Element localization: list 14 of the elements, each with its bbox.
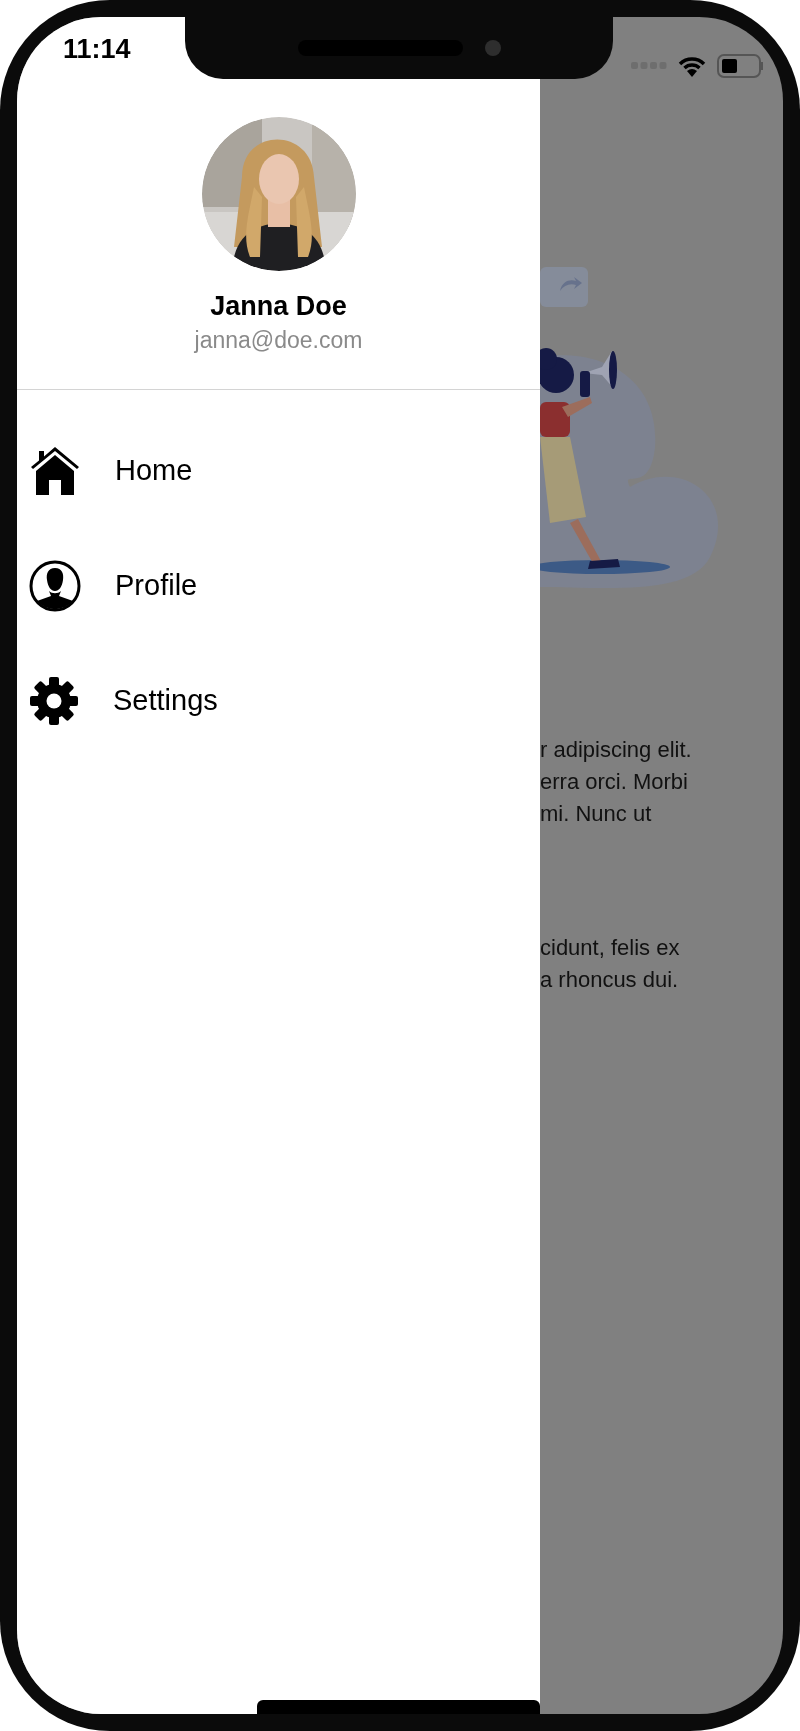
menu-item[interactable]: Settings [17,643,540,758]
home-icon [29,444,81,497]
camera-lens [484,40,501,56]
body-paragraph: r adipiscing elit. erra orci. Morbi mi. Nunc ut [540,736,693,828]
profile-icon [29,559,81,612]
status-time: 11:14 [63,34,131,64]
battery-icon [717,54,763,78]
profile-email: janna@doe.com [194,326,363,355]
settings-icon [29,675,79,726]
menu-item[interactable]: Home [17,413,540,528]
profile-name: Janna Doe [210,290,347,323]
body-paragraph: cidunt, felis ex a rhoncus dui. [540,934,681,994]
wifi-icon [677,55,707,77]
menu-item[interactable]: Profile [17,528,540,643]
